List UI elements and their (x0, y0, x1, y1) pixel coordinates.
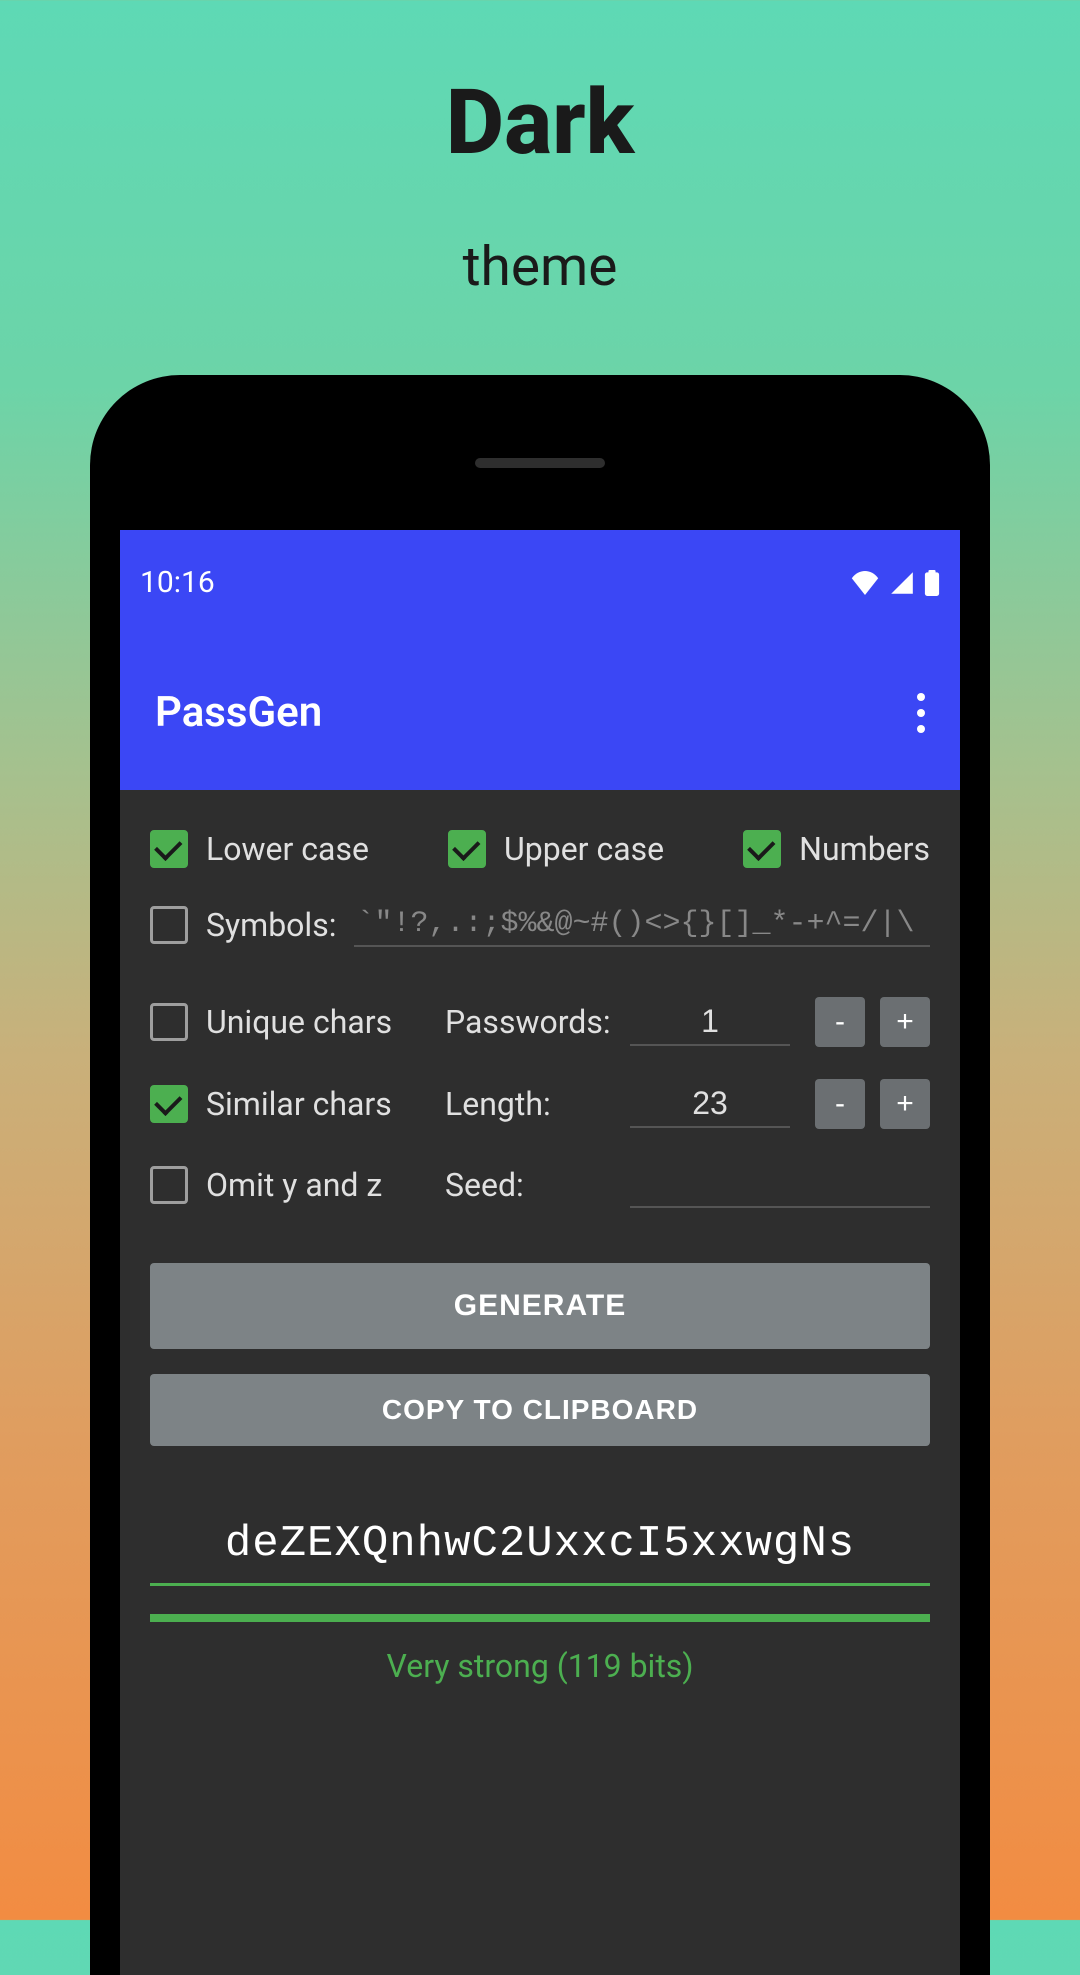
symbols-checkbox[interactable] (150, 906, 188, 944)
passwords-input[interactable] (630, 999, 790, 1046)
numbers-checkbox[interactable] (743, 830, 781, 868)
password-output[interactable] (150, 1511, 930, 1586)
passwords-label: Passwords: (445, 1003, 615, 1041)
status-icons (850, 570, 940, 596)
app-screen: 10:16 PassGen (120, 530, 960, 1975)
omit-yz-checkbox[interactable] (150, 1166, 188, 1204)
similar-chars-checkbox[interactable] (150, 1085, 188, 1123)
strength-bar (150, 1614, 930, 1622)
app-content: Lower case Upper case Numbers Symbols: (120, 790, 960, 1725)
symbols-input[interactable] (354, 903, 930, 947)
length-input[interactable] (630, 1081, 790, 1128)
unique-chars-checkbox[interactable] (150, 1003, 188, 1041)
lowercase-label: Lower case (206, 830, 369, 868)
passwords-decrement-button[interactable]: - (815, 997, 865, 1047)
uppercase-label: Upper case (504, 830, 664, 868)
promo-subtitle: theme (0, 235, 1080, 299)
uppercase-checkbox[interactable] (448, 830, 486, 868)
overflow-menu-button[interactable] (917, 693, 925, 733)
copy-clipboard-button[interactable]: COPY TO CLIPBOARD (150, 1374, 930, 1446)
length-increment-button[interactable]: + (880, 1079, 930, 1129)
phone-frame: 10:16 PassGen (90, 375, 990, 1975)
output-section: Very strong (119 bits) (150, 1511, 930, 1685)
passwords-increment-button[interactable]: + (880, 997, 930, 1047)
omit-yz-label: Omit y and z (206, 1166, 382, 1204)
signal-icon (890, 571, 914, 595)
similar-chars-label: Similar chars (206, 1085, 392, 1123)
unique-chars-label: Unique chars (206, 1003, 392, 1041)
app-title: PassGen (155, 688, 322, 737)
wifi-icon (850, 571, 880, 595)
seed-input[interactable] (630, 1161, 930, 1208)
status-bar: 10:16 (120, 530, 960, 635)
lowercase-checkbox[interactable] (150, 830, 188, 868)
symbols-label: Symbols: (206, 906, 336, 944)
app-bar: PassGen (120, 635, 960, 790)
strength-text: Very strong (119 bits) (150, 1647, 930, 1685)
status-time: 10:16 (140, 565, 215, 600)
numbers-label: Numbers (799, 830, 930, 868)
battery-icon (924, 570, 940, 596)
phone-speaker (475, 458, 605, 468)
seed-label: Seed: (445, 1166, 615, 1204)
length-label: Length: (445, 1085, 615, 1123)
generate-button[interactable]: GENERATE (150, 1263, 930, 1349)
length-decrement-button[interactable]: - (815, 1079, 865, 1129)
promo-title: Dark (0, 70, 1080, 175)
